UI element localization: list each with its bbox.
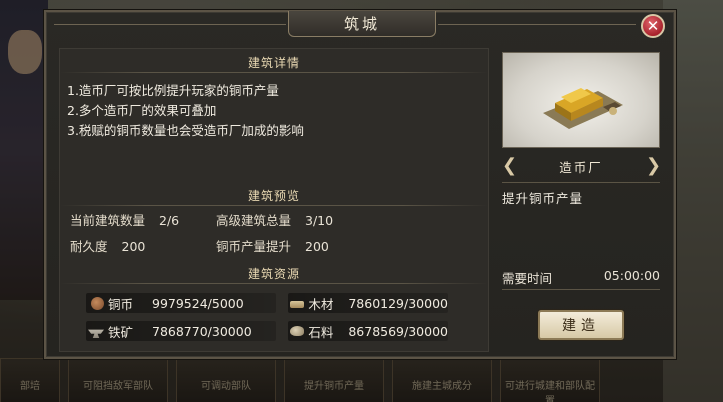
title-rule-right bbox=[438, 24, 636, 25]
resource-stone: 石料 8678569/30000 bbox=[288, 321, 448, 341]
divider bbox=[502, 289, 660, 290]
durability-label: 耐久度 bbox=[70, 239, 108, 254]
resource-name: 铜币 bbox=[108, 296, 134, 312]
current-count-label: 当前建筑数量 bbox=[70, 213, 146, 228]
chevron-left-icon: ❮ bbox=[502, 155, 518, 176]
dialog-title-plate: 筑城 bbox=[288, 11, 436, 37]
building-nav: ❮ 造币厂 ❯ bbox=[502, 154, 662, 178]
resource-value: 7868770/30000 bbox=[152, 323, 252, 339]
resource-value: 9979524/5000 bbox=[152, 295, 244, 311]
close-icon: ✕ bbox=[646, 17, 660, 35]
advanced-total-label: 高级建筑总量 bbox=[216, 213, 292, 228]
mint-building-illustration bbox=[543, 88, 623, 129]
building-info-panel: 建筑详情 1.造币厂可按比例提升玩家的铜币产量 2.多个造币厂的效果可叠加 3.… bbox=[59, 48, 489, 352]
preview-section-title: 建筑预览 bbox=[60, 187, 488, 206]
detail-line: 2.多个造币厂的效果可叠加 bbox=[67, 103, 217, 118]
coin-boost-row: 铜币产量提升 200 bbox=[216, 236, 346, 255]
resource-wood: 木材 7860129/30000 bbox=[288, 293, 448, 313]
wood-icon bbox=[290, 301, 305, 308]
dialog-title: 筑城 bbox=[343, 15, 380, 33]
resource-name: 木材 bbox=[308, 296, 334, 312]
title-rule-left bbox=[54, 24, 286, 25]
detail-line: 1.造币厂可按比例提升玩家的铜币产量 bbox=[67, 83, 279, 98]
build-time-label: 需要时间 bbox=[502, 271, 553, 286]
building-details: 1.造币厂可按比例提升玩家的铜币产量 2.多个造币厂的效果可叠加 3.税赋的铜币… bbox=[67, 81, 304, 141]
build-time-row: 需要时间 05:00:00 bbox=[502, 268, 660, 287]
coin-boost-value: 200 bbox=[305, 239, 329, 254]
resource-value: 7860129/30000 bbox=[348, 295, 448, 311]
stone-icon bbox=[290, 326, 305, 336]
resource-name: 铁矿 bbox=[108, 324, 134, 340]
building-selector-panel: ❮ 造币厂 ❯ 提升铜币产量 需要时间 05:00:00 建造 bbox=[498, 48, 666, 352]
copper-coin-icon bbox=[91, 296, 104, 310]
building-preview: 当前建筑数量 2/6 高级建筑总量 3/10 耐久度 200 铜币产量提升 20… bbox=[70, 210, 346, 255]
build-city-dialog: 筑城 ✕ 建筑详情 1.造币厂可按比例提升玩家的铜币产量 2.多个造币厂的效果可… bbox=[44, 10, 676, 359]
chevron-right-icon: ❯ bbox=[645, 155, 662, 176]
current-count-row: 当前建筑数量 2/6 bbox=[70, 210, 216, 229]
build-time-value: 05:00:00 bbox=[603, 268, 660, 283]
resource-value: 8678569/30000 bbox=[348, 323, 448, 339]
prev-building-button[interactable]: ❮ bbox=[502, 155, 518, 177]
resource-copper: 铜币 9979524/5000 bbox=[86, 293, 276, 313]
coin-boost-label: 铜币产量提升 bbox=[216, 239, 292, 254]
durability-row: 耐久度 200 bbox=[70, 236, 216, 255]
details-section-title: 建筑详情 bbox=[60, 54, 488, 73]
detail-line: 3.税赋的铜币数量也会受造币厂加成的影响 bbox=[67, 123, 304, 138]
divider bbox=[502, 182, 660, 183]
mint-building-image bbox=[502, 52, 660, 148]
advanced-total-row: 高级建筑总量 3/10 bbox=[216, 210, 346, 229]
current-count-value: 2/6 bbox=[159, 213, 180, 228]
resources-section-title: 建筑资源 bbox=[60, 265, 488, 284]
resource-requirements: 铜币 9979524/5000 木材 7860129/30000 铁矿 7868… bbox=[86, 293, 448, 341]
iron-ore-icon bbox=[88, 329, 104, 338]
resource-iron: 铁矿 7868770/30000 bbox=[86, 321, 276, 341]
advanced-total-value: 3/10 bbox=[305, 213, 334, 228]
building-name: 造币厂 bbox=[559, 159, 603, 175]
close-button[interactable]: ✕ bbox=[641, 14, 665, 38]
resource-name: 石料 bbox=[308, 324, 334, 340]
build-button[interactable]: 建造 bbox=[538, 310, 624, 340]
building-description: 提升铜币产量 bbox=[502, 191, 584, 206]
durability-value: 200 bbox=[121, 239, 146, 254]
next-building-button[interactable]: ❯ bbox=[645, 155, 662, 177]
